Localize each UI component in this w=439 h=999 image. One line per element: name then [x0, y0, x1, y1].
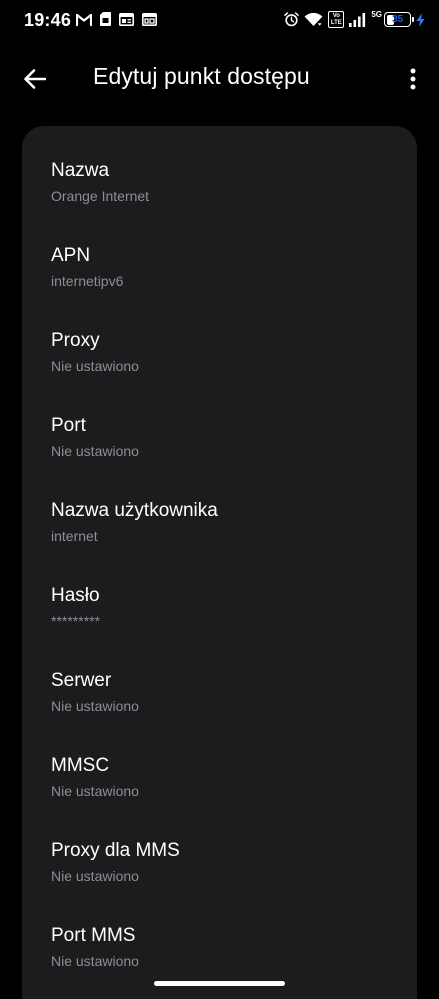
setting-item-mms-proxy[interactable]: Proxy dla MMS Nie ustawiono — [22, 818, 417, 903]
more-options-button[interactable] — [399, 62, 427, 96]
setting-value: Nie ustawiono — [51, 698, 139, 714]
news-icon — [119, 12, 134, 26]
volte-top-label: Vo — [332, 12, 340, 19]
system-icons: Vo LTE 5G 35 — [284, 10, 425, 28]
setting-value: Nie ustawiono — [51, 868, 139, 884]
setting-item-username[interactable]: Nazwa użytkownika internet — [22, 478, 417, 563]
setting-item-server[interactable]: Serwer Nie ustawiono — [22, 648, 417, 733]
sim-card-icon — [100, 12, 111, 26]
setting-value: internet — [51, 528, 98, 544]
wifi-icon — [304, 12, 323, 27]
apn-settings-list: Nazwa Orange Internet APN internetipv6 P… — [22, 126, 417, 999]
more-vertical-icon — [410, 68, 416, 90]
setting-title: MMSC — [51, 755, 110, 776]
setting-value: Orange Internet — [51, 188, 150, 204]
setting-title: Hasło — [51, 585, 100, 606]
setting-item-apn[interactable]: APN internetipv6 — [22, 223, 417, 308]
battery-cap — [412, 17, 414, 22]
setting-title: Nazwa — [51, 160, 110, 181]
setting-title: Port — [51, 415, 86, 436]
page-title: Edytuj punkt dostępu — [93, 63, 310, 89]
status-bar: 19:46 Vo LTE 5G 35 — [0, 0, 439, 42]
setting-title: Proxy — [51, 330, 100, 351]
setting-item-mms-port[interactable]: Port MMS Nie ustawiono — [22, 903, 417, 988]
setting-value: ********* — [51, 613, 101, 629]
back-button[interactable] — [18, 62, 52, 96]
battery-icon: 35 — [384, 12, 414, 27]
app-bar: Edytuj punkt dostępu — [0, 42, 439, 116]
notification-icons — [75, 12, 157, 26]
alarm-icon — [284, 12, 300, 27]
setting-item-port[interactable]: Port Nie ustawiono — [22, 393, 417, 478]
setting-title: Serwer — [51, 670, 112, 691]
network-type-label: 5G — [371, 10, 382, 19]
status-time: 19:46 — [24, 10, 72, 30]
volte-icon: Vo LTE — [328, 11, 345, 28]
setting-value: Nie ustawiono — [51, 443, 139, 459]
signal-icon — [349, 12, 366, 27]
gesture-navigation-bar[interactable] — [154, 981, 285, 986]
battery-level: 35 — [391, 13, 404, 25]
setting-item-password[interactable]: Hasło ********* — [22, 563, 417, 648]
volte-bottom-label: LTE — [330, 19, 342, 26]
setting-value: Nie ustawiono — [51, 953, 139, 969]
gmail-icon — [75, 13, 93, 26]
setting-item-mmsc[interactable]: MMSC Nie ustawiono — [22, 733, 417, 818]
browser-window-icon — [142, 12, 157, 26]
setting-value: Nie ustawiono — [51, 783, 139, 799]
setting-item-proxy[interactable]: Proxy Nie ustawiono — [22, 308, 417, 393]
setting-title: Nazwa użytkownika — [51, 500, 218, 521]
setting-value: Nie ustawiono — [51, 358, 139, 374]
setting-title: APN — [51, 245, 91, 266]
charging-icon — [416, 12, 425, 27]
setting-item-nazwa[interactable]: Nazwa Orange Internet — [22, 138, 417, 223]
setting-title: Proxy dla MMS — [51, 840, 180, 861]
setting-value: internetipv6 — [51, 273, 124, 289]
setting-title: Port MMS — [51, 925, 136, 946]
arrow-back-icon — [24, 69, 47, 89]
